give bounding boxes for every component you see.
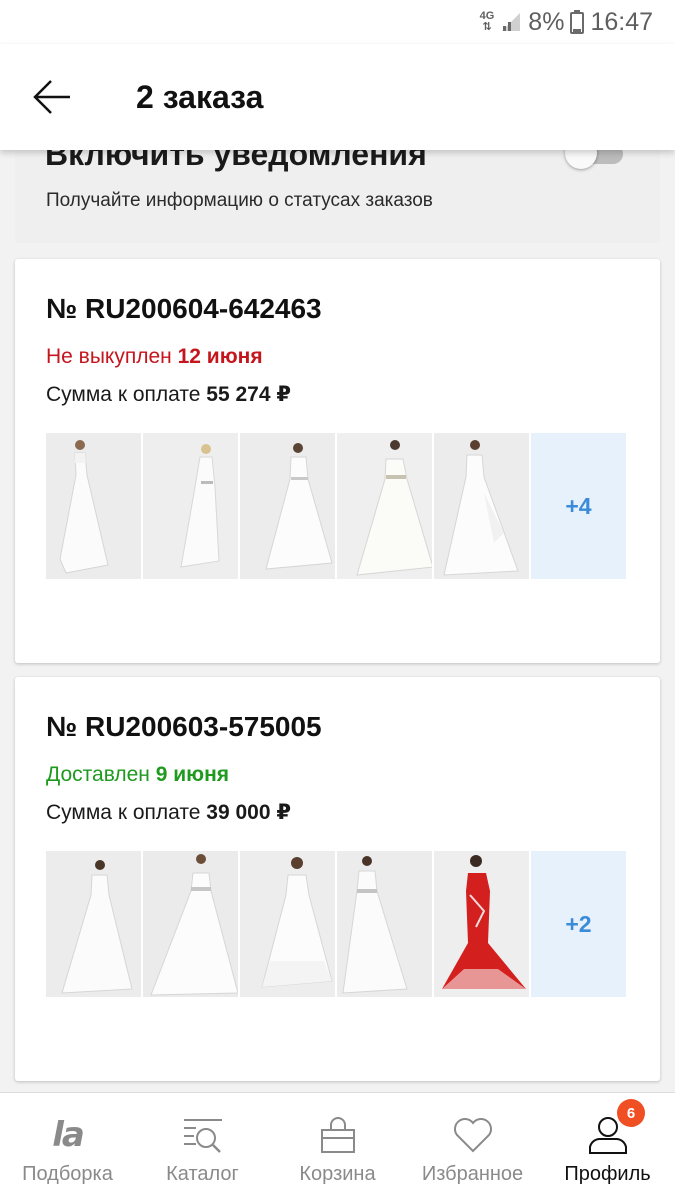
order-status-text: Доставлен [46,763,150,786]
clock: 16:47 [590,7,653,36]
status-bar: 4G ⇅ 8% 16:47 [0,0,675,44]
product-thumbnail[interactable] [143,433,238,579]
order-sum: Сумма к оплате 39 000 ₽ [46,800,291,825]
data-arrows-icon: ⇅ [482,21,492,33]
product-thumbnail[interactable] [434,851,529,997]
nav-item-favorites[interactable]: Избранное [405,1093,540,1200]
lamoda-logo-text: la [52,1115,85,1155]
order-sum-label: Сумма к оплате [46,383,201,406]
order-sum-label: Сумма к оплате [46,801,201,824]
back-button[interactable] [22,67,82,127]
lamoda-logo-icon: la [45,1115,91,1155]
red-dress-image [434,851,529,997]
nav-item-selection[interactable]: la Подборка [0,1093,135,1200]
order-status: Доставлен 9 июня [46,763,229,787]
white-dress-image [143,851,238,997]
more-items-button[interactable]: +2 [531,851,626,997]
nav-label: Каталог [166,1163,239,1185]
nav-label: Подборка [22,1163,113,1185]
order-sum: Сумма к оплате 55 274 ₽ [46,382,291,407]
order-sum-value: 55 274 ₽ [206,383,291,406]
order-status-date: 12 июня [177,345,263,368]
nav-label: Профиль [564,1163,651,1185]
white-dress-image [46,851,141,997]
notifications-subtitle: Получайте информацию о статусах заказов [46,190,433,211]
notifications-title: Включить уведомления [45,150,427,172]
nav-label: Избранное [421,1163,524,1185]
white-dress-image [240,851,335,997]
order-status-date: 9 июня [155,763,230,786]
toggle-knob [565,150,597,169]
order-items: +2 [46,851,626,997]
white-dress-image [143,433,238,579]
white-dress-image [337,433,432,579]
product-thumbnail[interactable] [46,433,141,579]
signal-icon [500,11,522,33]
product-thumbnail[interactable] [46,851,141,997]
order-number: № RU200603-575005 [46,711,322,742]
product-thumbnail[interactable] [337,851,432,997]
product-thumbnail[interactable] [240,433,335,579]
product-thumbnail[interactable] [337,433,432,579]
bottom-navigation: la Подборка Каталог Корзина Избранное Пр… [0,1092,675,1200]
nav-item-cart[interactable]: Корзина [270,1093,405,1200]
white-dress-image [434,433,529,579]
nav-item-profile[interactable]: Профиль 6 [540,1093,675,1200]
more-items-button[interactable]: +4 [531,433,626,579]
battery-percent: 8% [528,7,565,36]
page-title: 2 заказа [136,78,264,115]
catalog-search-icon [180,1115,226,1155]
product-thumbnail[interactable] [143,851,238,997]
notifications-toggle[interactable] [563,150,625,170]
battery-icon [570,10,585,34]
order-items: +4 [46,433,626,579]
white-dress-image [240,433,335,579]
nav-item-catalog[interactable]: Каталог [135,1093,270,1200]
order-card[interactable]: № RU200603-575005 Доставлен 9 июня Сумма… [15,677,660,1081]
white-dress-image [46,433,141,579]
profile-badge: 6 [617,1099,645,1127]
app-header: 2 заказа [0,44,675,150]
heart-icon [450,1115,496,1155]
order-sum-value: 39 000 ₽ [206,801,291,824]
white-dress-image [337,851,432,997]
back-arrow-icon [33,80,70,114]
product-thumbnail[interactable] [434,433,529,579]
cart-bag-icon [315,1115,361,1155]
notifications-panel: Включить уведомления Получайте информаци… [15,150,660,243]
order-number: № RU200604-642463 [46,293,322,324]
product-thumbnail[interactable] [240,851,335,997]
orders-list[interactable]: Включить уведомления Получайте информаци… [0,150,675,1092]
network-indicator: 4G ⇅ [480,11,495,33]
order-card[interactable]: № RU200604-642463 Не выкуплен 12 июня Су… [15,259,660,663]
order-status: Не выкуплен 12 июня [46,345,263,369]
order-status-text: Не выкуплен [46,345,172,368]
nav-label: Корзина [299,1163,376,1185]
